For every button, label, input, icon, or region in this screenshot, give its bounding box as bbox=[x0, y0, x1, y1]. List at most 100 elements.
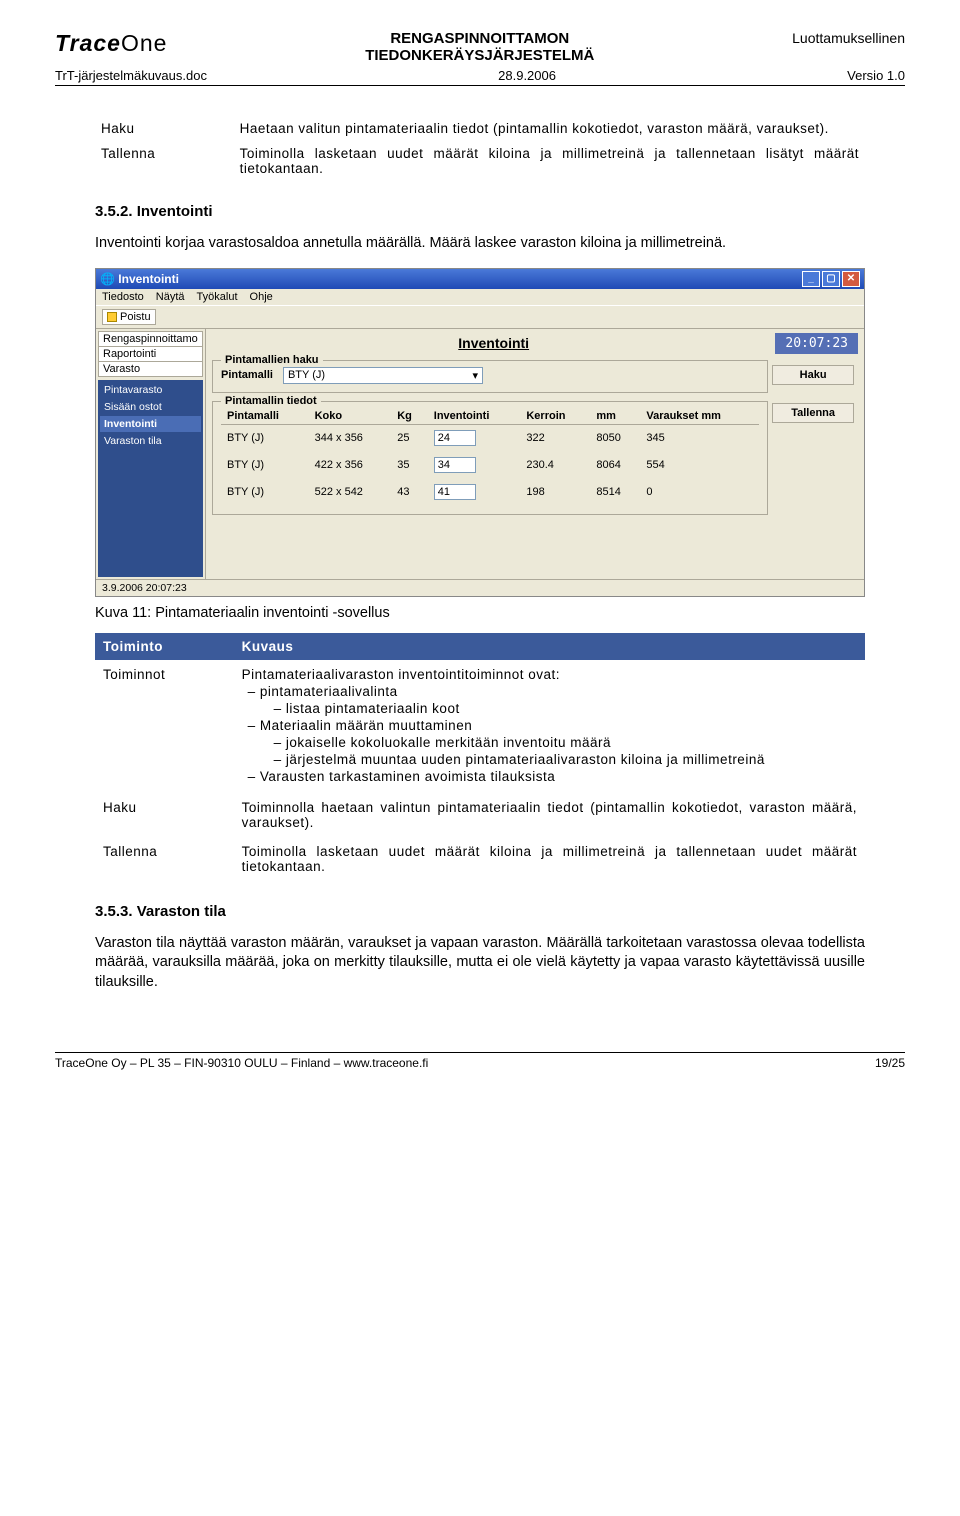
section-352-para: Inventointi korjaa varastosaldoa annetul… bbox=[95, 234, 865, 254]
logo: TraceOne bbox=[55, 30, 167, 57]
exit-label: Poistu bbox=[120, 311, 151, 323]
cell: 8064 bbox=[590, 451, 640, 478]
titlebar: 🌐 Inventointi _ ▢ ✕ bbox=[96, 269, 864, 289]
term-haku-desc: Haetaan valitun pintamateriaalin tiedot … bbox=[234, 116, 865, 141]
bullet: listaa pintamateriaalin koot bbox=[242, 701, 857, 716]
window-title: Inventointi bbox=[118, 272, 179, 286]
statusbar: 3.9.2006 20:07:23 bbox=[96, 579, 864, 596]
tallenna-button[interactable]: Tallenna bbox=[772, 403, 854, 423]
pintamalli-select[interactable]: BTY (J) ▾ bbox=[283, 367, 483, 384]
doc-filename: TrT-järjestelmäkuvaus.doc bbox=[55, 68, 207, 83]
confidential-label: Luottamuksellinen bbox=[792, 30, 905, 46]
clock: 20:07:23 bbox=[775, 333, 858, 354]
term-tallenna-label: Tallenna bbox=[95, 141, 234, 181]
menu-ohje[interactable]: Ohje bbox=[250, 291, 273, 303]
inv-input[interactable]: 34 bbox=[434, 457, 476, 473]
bullet: Materiaalin määrän muuttaminen bbox=[242, 718, 857, 733]
bullet: jokaiselle kokoluokalle merkitään invent… bbox=[242, 735, 857, 750]
cell: BTY (J) bbox=[221, 451, 309, 478]
cell: BTY (J) bbox=[221, 478, 309, 505]
cell: BTY (J) bbox=[221, 424, 309, 451]
term-tallenna-desc: Toiminolla lasketaan uudet määrät kiloin… bbox=[234, 141, 865, 181]
main-panel: Inventointi 20:07:23 Haku Tallenna Pinta… bbox=[206, 329, 864, 579]
cell: 8514 bbox=[590, 478, 640, 505]
doc-title-2: TIEDONKERÄYSJÄRJESTELMÄ bbox=[167, 47, 792, 64]
exit-icon bbox=[107, 312, 117, 322]
group2-legend: Pintamallin tiedot bbox=[221, 395, 321, 407]
footer-page: 19/25 bbox=[875, 1056, 905, 1070]
menu-tyokalut[interactable]: Työkalut bbox=[197, 291, 238, 303]
sidebar-sub-pintavarasto[interactable]: Pintavarasto bbox=[100, 382, 201, 398]
menu-tiedosto[interactable]: Tiedosto bbox=[102, 291, 144, 303]
col-kerroin: Kerroin bbox=[520, 408, 590, 425]
figure-11: 🌐 Inventointi _ ▢ ✕ Tiedosto Näytä Työka… bbox=[95, 268, 865, 597]
bullet: pintamateriaalivalinta bbox=[242, 684, 857, 699]
chevron-down-icon: ▾ bbox=[472, 369, 478, 382]
row-haku-label: Haku bbox=[95, 793, 234, 837]
row-toiminnot-desc: Pintamateriaalivaraston inventointitoimi… bbox=[234, 660, 865, 793]
inv-input[interactable]: 24 bbox=[434, 430, 476, 446]
cell: 198 bbox=[520, 478, 590, 505]
toolbtn-poistu[interactable]: Poistu bbox=[102, 309, 156, 325]
bullet: Varausten tarkastaminen avoimista tilauk… bbox=[242, 769, 857, 784]
close-button[interactable]: ✕ bbox=[842, 271, 860, 287]
table-row: BTY (J) 422 x 356 35 34 230.4 8064 554 bbox=[221, 451, 759, 478]
app-window: 🌐 Inventointi _ ▢ ✕ Tiedosto Näytä Työka… bbox=[95, 268, 865, 597]
data-table: Pintamalli Koko Kg Inventointi Kerroin m… bbox=[221, 408, 759, 506]
sidebar-item-varasto[interactable]: Varasto bbox=[98, 361, 203, 377]
sidebar: Rengaspinnoittamo Raportointi Varasto Pi… bbox=[96, 329, 206, 579]
bullet: järjestelmä muuntaa uuden pintamateriaal… bbox=[242, 752, 857, 767]
menubar: Tiedosto Näytä Työkalut Ohje bbox=[96, 289, 864, 305]
panel-title: Inventointi bbox=[212, 335, 775, 351]
haku-button[interactable]: Haku bbox=[772, 365, 854, 385]
col-mm: mm bbox=[590, 408, 640, 425]
section-353-para: Varaston tila näyttää varaston määrän, v… bbox=[95, 934, 865, 993]
toolbar: Poistu bbox=[96, 305, 864, 329]
col-kg: Kg bbox=[391, 408, 428, 425]
footer: TraceOne Oy – PL 35 – FIN-90310 OULU – F… bbox=[55, 1052, 905, 1070]
table-row: BTY (J) 344 x 356 25 24 322 8050 345 bbox=[221, 424, 759, 451]
term-table-top: Haku Haetaan valitun pintamateriaalin ti… bbox=[95, 116, 865, 181]
cell: 344 x 356 bbox=[309, 424, 392, 451]
doc-title-1: RENGASPINNOITTAMON bbox=[167, 30, 792, 47]
sidebar-sub-inventointi[interactable]: Inventointi bbox=[100, 416, 201, 432]
menu-nayta[interactable]: Näytä bbox=[156, 291, 185, 303]
cell: 554 bbox=[640, 451, 759, 478]
doc-date: 28.9.2006 bbox=[207, 68, 847, 83]
pintamalli-label: Pintamalli bbox=[221, 369, 273, 381]
cell: 0 bbox=[640, 478, 759, 505]
row-tallenna-label: Tallenna bbox=[95, 837, 234, 881]
cell: 522 x 542 bbox=[309, 478, 392, 505]
doc-version: Versio 1.0 bbox=[847, 68, 905, 83]
inv-input[interactable]: 41 bbox=[434, 484, 476, 500]
cell: 25 bbox=[391, 424, 428, 451]
th-toiminto: Toiminto bbox=[95, 633, 234, 660]
pintamalli-value: BTY (J) bbox=[288, 369, 325, 381]
section-353-heading: 3.5.3. Varaston tila bbox=[95, 903, 865, 920]
sidebar-item-rengaspinnoittamo[interactable]: Rengaspinnoittamo bbox=[98, 331, 203, 347]
header-rule bbox=[55, 85, 905, 86]
footer-left: TraceOne Oy – PL 35 – FIN-90310 OULU – F… bbox=[55, 1056, 428, 1070]
sidebar-item-raportointi[interactable]: Raportointi bbox=[98, 346, 203, 362]
col-inventointi: Inventointi bbox=[428, 408, 521, 425]
col-koko: Koko bbox=[309, 408, 392, 425]
cell: 422 x 356 bbox=[309, 451, 392, 478]
figure-11-caption: Kuva 11: Pintamateriaalin inventointi -s… bbox=[95, 605, 865, 621]
intro-line: Pintamateriaalivaraston inventointitoimi… bbox=[242, 667, 857, 682]
row-haku-desc: Toiminnolla haetaan valintun pintamateri… bbox=[234, 793, 865, 837]
cell: 35 bbox=[391, 451, 428, 478]
cell: 230.4 bbox=[520, 451, 590, 478]
sidebar-sub-sisaanostot[interactable]: Sisään ostot bbox=[100, 399, 201, 415]
col-pintamalli: Pintamalli bbox=[221, 408, 309, 425]
maximize-button[interactable]: ▢ bbox=[822, 271, 840, 287]
cell: 8050 bbox=[590, 424, 640, 451]
cell: 345 bbox=[640, 424, 759, 451]
th-kuvaus: Kuvaus bbox=[234, 633, 865, 660]
minimize-button[interactable]: _ bbox=[802, 271, 820, 287]
section-352-heading: 3.5.2. Inventointi bbox=[95, 203, 865, 220]
doc-header: TraceOne RENGASPINNOITTAMON TIEDONKERÄYS… bbox=[55, 30, 905, 64]
group1-legend: Pintamallien haku bbox=[221, 354, 323, 366]
sidebar-sub-varastontila[interactable]: Varaston tila bbox=[100, 433, 201, 449]
row-tallenna-desc: Toiminolla lasketaan uudet määrät kiloin… bbox=[234, 837, 865, 881]
cell: 322 bbox=[520, 424, 590, 451]
